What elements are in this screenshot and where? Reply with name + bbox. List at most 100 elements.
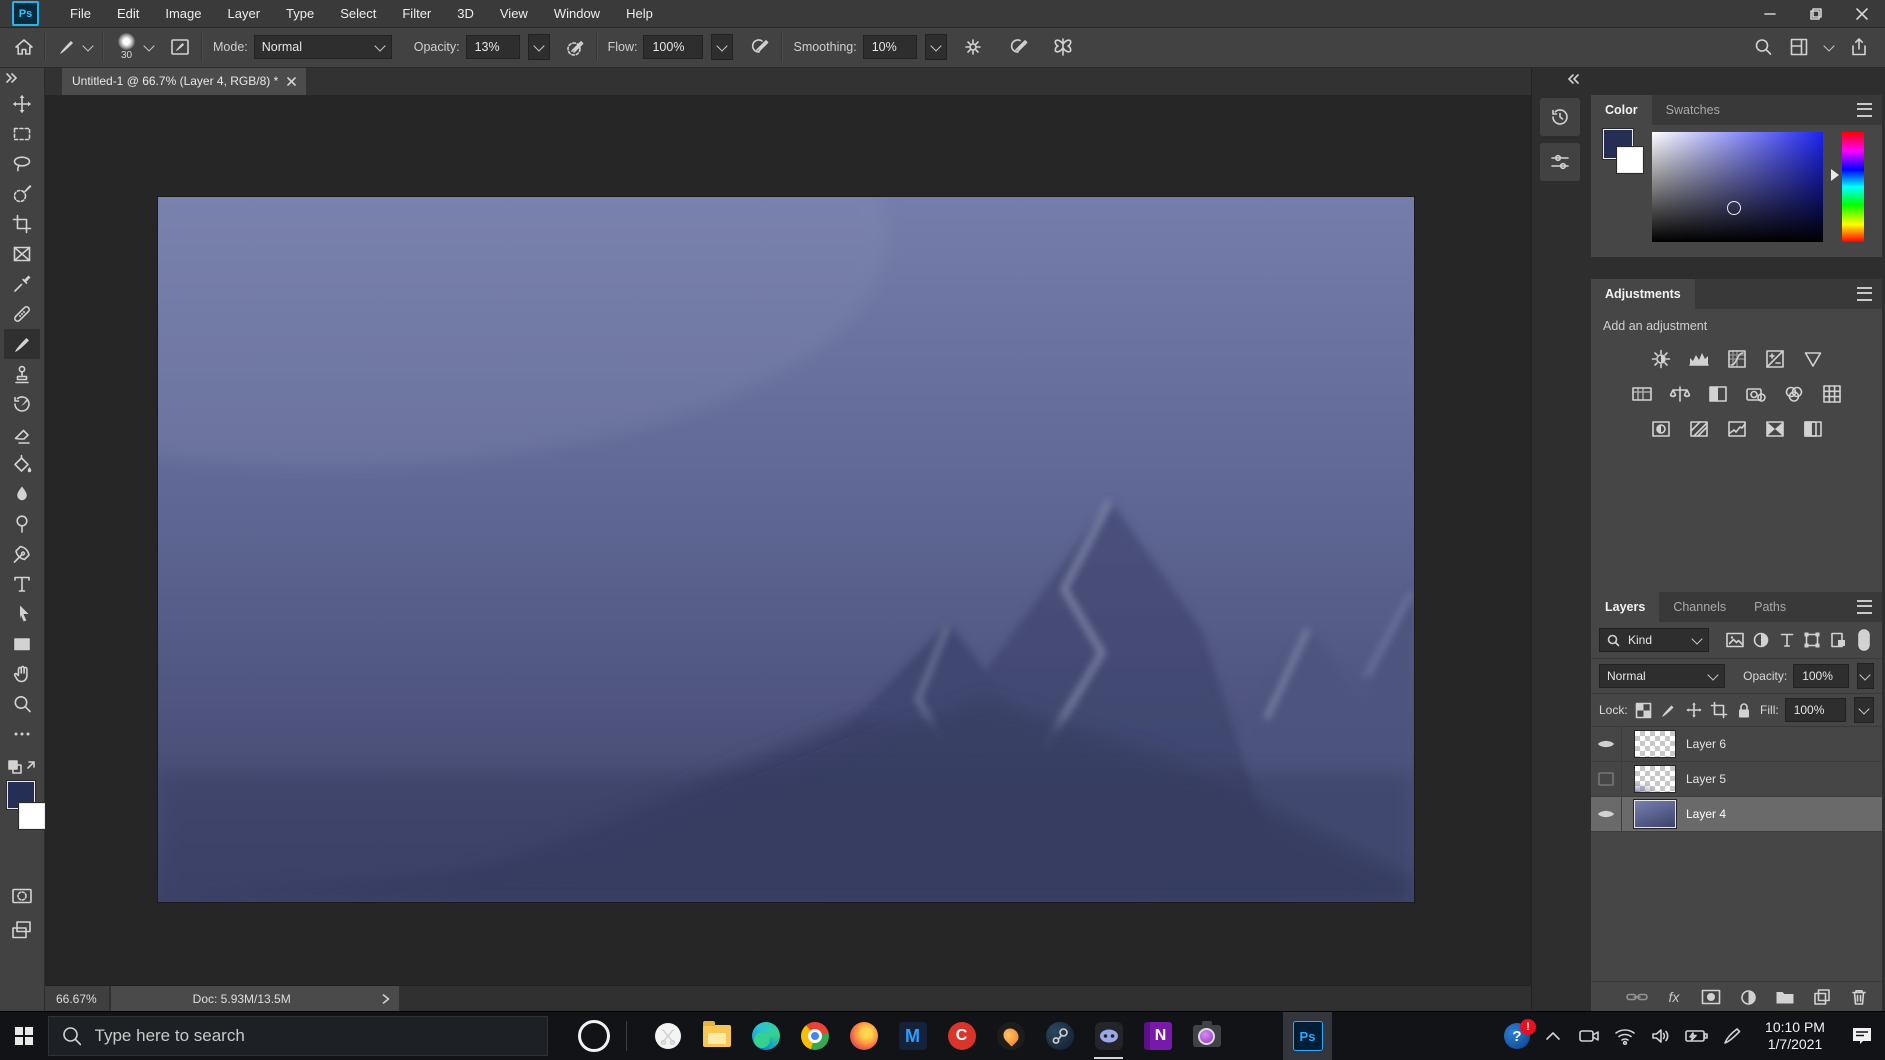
add-layer-mask-icon[interactable] <box>1700 986 1722 1008</box>
battery-icon[interactable] <box>1681 1012 1713 1060</box>
edit-toolbar-ellipsis-icon[interactable] <box>4 719 40 749</box>
brush-preset-picker[interactable]: 30 <box>118 33 135 61</box>
lock-transparent-pixels-icon[interactable] <box>1634 699 1653 721</box>
taskbar-clock[interactable]: 10:10 PM 1/7/2021 <box>1753 1019 1837 1053</box>
layer-row-layer-4[interactable]: Layer 4 <box>1591 797 1882 832</box>
color-panel-background-swatch[interactable] <box>1617 147 1643 173</box>
dodge-tool[interactable] <box>4 509 40 539</box>
flow-input[interactable]: 100% <box>643 35 703 59</box>
type-tool[interactable] <box>4 569 40 599</box>
smoothing-input[interactable]: 10% <box>863 35 917 59</box>
blur-tool[interactable] <box>4 479 40 509</box>
pressure-opacity-icon[interactable] <box>564 36 586 58</box>
filter-shape-layers-icon[interactable] <box>1802 629 1822 651</box>
new-layer-icon[interactable] <box>1811 986 1833 1008</box>
visibility-eye-empty[interactable] <box>1591 762 1622 796</box>
status-options-chevron-icon[interactable] <box>373 986 399 1012</box>
curves-icon[interactable] <box>1725 348 1749 370</box>
crop-tool[interactable] <box>4 209 40 239</box>
tab-layers[interactable]: Layers <box>1591 592 1659 622</box>
canvas-document[interactable] <box>158 197 1414 902</box>
home-icon[interactable] <box>14 37 34 57</box>
channel-mixer-icon[interactable] <box>1782 383 1806 405</box>
black-white-icon[interactable] <box>1706 383 1730 405</box>
tool-preset-chevron-icon[interactable] <box>82 40 93 51</box>
help-alert-icon[interactable]: ?! <box>1501 1012 1533 1060</box>
exposure-icon[interactable] <box>1763 348 1787 370</box>
spot-healing-brush-tool[interactable] <box>4 299 40 329</box>
visibility-eye-icon[interactable] <box>1591 727 1622 761</box>
menu-layer[interactable]: Layer <box>215 0 274 27</box>
flow-chevron-button[interactable] <box>711 34 733 60</box>
paint-bucket-tool[interactable] <box>4 449 40 479</box>
frame-tool[interactable] <box>4 239 40 269</box>
brush-picker-chevron-icon[interactable] <box>143 40 154 51</box>
workspace-chevron-icon[interactable] <box>1823 40 1834 51</box>
layer-thumbnail[interactable] <box>1634 765 1676 793</box>
start-button[interactable] <box>0 1012 48 1060</box>
search-icon[interactable] <box>1753 37 1773 57</box>
posterize-icon[interactable] <box>1687 418 1711 440</box>
pen-tool[interactable] <box>4 539 40 569</box>
tray-chevron-up-icon[interactable] <box>1537 1012 1569 1060</box>
color-lookup-icon[interactable] <box>1820 383 1844 405</box>
taskbar-discord-icon[interactable] <box>1084 1012 1133 1060</box>
action-center-icon[interactable] <box>1841 1012 1883 1060</box>
menu-select[interactable]: Select <box>327 0 389 27</box>
opacity-chevron-button[interactable] <box>528 34 550 60</box>
vibrance-icon[interactable] <box>1801 348 1825 370</box>
quick-mask-button[interactable] <box>4 881 40 911</box>
gradient-map-icon[interactable] <box>1801 418 1825 440</box>
workspace-switcher-icon[interactable] <box>1789 37 1809 57</box>
color-panel-menu-icon[interactable] <box>1857 95 1882 125</box>
canvas-area[interactable]: 66.67% Doc: 5.93M/13.5M <box>44 95 1532 1012</box>
hue-slider[interactable] <box>1842 132 1864 242</box>
menu-view[interactable]: View <box>487 0 541 27</box>
menu-filter[interactable]: Filter <box>389 0 444 27</box>
opacity-input[interactable]: 13% <box>466 35 520 59</box>
zoom-level-field[interactable]: 66.67% <box>44 986 109 1012</box>
history-brush-tool[interactable] <box>4 389 40 419</box>
taskbar-search-box[interactable] <box>48 1016 548 1056</box>
tab-channels[interactable]: Channels <box>1659 592 1740 622</box>
photo-filter-icon[interactable] <box>1744 383 1768 405</box>
filter-smart-objects-icon[interactable] <box>1828 629 1848 651</box>
filter-pixel-layers-icon[interactable] <box>1725 629 1745 651</box>
levels-icon[interactable] <box>1687 348 1711 370</box>
menu-edit[interactable]: Edit <box>104 0 152 27</box>
color-cursor[interactable] <box>1727 201 1741 215</box>
taskbar-onenote-icon[interactable]: N <box>1133 1012 1182 1060</box>
zoom-tool[interactable] <box>4 689 40 719</box>
dock-expand-chevrons-icon[interactable] <box>1532 67 1588 91</box>
taskbar-edge-icon[interactable] <box>741 1012 790 1060</box>
selective-color-icon[interactable] <box>1763 418 1787 440</box>
screen-mode-button[interactable] <box>4 915 40 945</box>
taskbar-file-explorer-icon[interactable] <box>692 1012 741 1060</box>
volume-icon[interactable] <box>1645 1012 1677 1060</box>
properties-panel-icon[interactable] <box>1540 143 1580 181</box>
search-input[interactable] <box>93 1025 534 1047</box>
hand-tool[interactable] <box>4 659 40 689</box>
new-group-icon[interactable] <box>1774 986 1796 1008</box>
taskbar-snip-sketch-icon[interactable] <box>643 1012 692 1060</box>
layer-row-layer-6[interactable]: Layer 6 <box>1591 727 1882 762</box>
smoothing-chevron-button[interactable] <box>925 34 947 60</box>
hue-saturation-icon[interactable] <box>1630 383 1654 405</box>
menu-file[interactable]: File <box>57 0 104 27</box>
path-selection-tool[interactable] <box>4 599 40 629</box>
invert-icon[interactable] <box>1649 418 1673 440</box>
pressure-size-icon[interactable] <box>1005 36 1029 58</box>
layer-name[interactable]: Layer 6 <box>1686 737 1726 751</box>
default-colors-icon[interactable] <box>7 759 37 782</box>
link-layers-icon[interactable] <box>1626 986 1648 1008</box>
tab-color[interactable]: Color <box>1591 95 1652 125</box>
layer-filtering-toggle[interactable] <box>1854 629 1874 651</box>
menu-3d[interactable]: 3D <box>444 0 487 27</box>
layer-filter-kind-dropdown[interactable]: Kind <box>1599 628 1709 652</box>
filter-type-layers-icon[interactable] <box>1777 629 1797 651</box>
saturation-brightness-field[interactable] <box>1652 132 1823 242</box>
lock-artboard-icon[interactable] <box>1709 699 1728 721</box>
layer-name[interactable]: Layer 4 <box>1686 807 1726 821</box>
lock-all-icon[interactable] <box>1735 699 1754 721</box>
layer-fill-input[interactable]: 100% <box>1785 698 1847 722</box>
